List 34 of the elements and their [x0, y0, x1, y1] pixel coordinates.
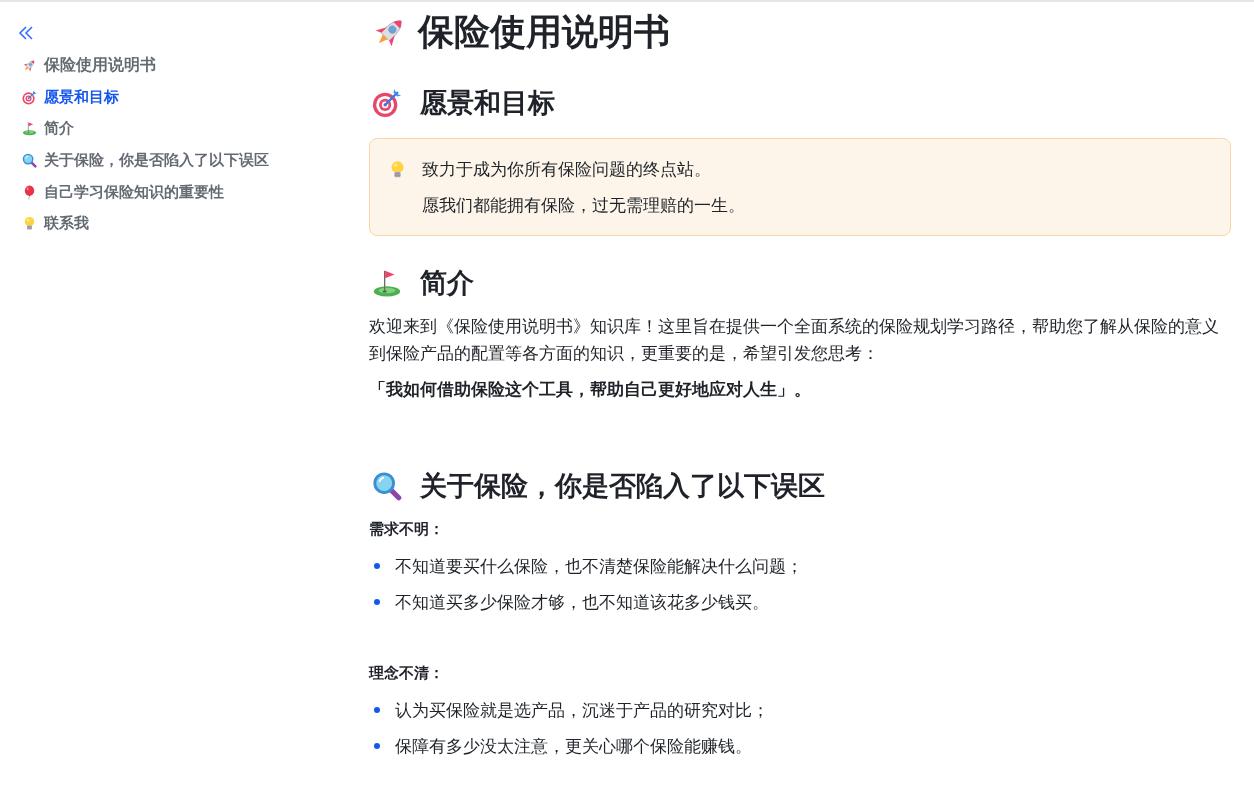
collapse-sidebar-button[interactable]: [16, 24, 36, 42]
subheading: 理念不清：: [369, 663, 445, 684]
dartboard-icon: [22, 89, 37, 105]
section-heading: 愿景和目标: [420, 86, 555, 120]
magnifier-icon: [372, 471, 402, 501]
list-item-text: 不知道买多少保险才够，也不知道该花多少钱买。: [395, 590, 769, 614]
golf-flag-icon: [372, 268, 402, 298]
balloon-icon: [22, 184, 37, 200]
paragraph: 欢迎来到《保险使用说明书》知识库！这里旨在提供一个全面系统的保险规划学习路径，帮助您了解从保险的意义到保险产品的配置等各方面的知识，更重要的是，希望引发您思考：: [369, 315, 1220, 365]
bold-statement: 「我如何借助保险这个工具，帮助自己更好地应对人生」。: [369, 378, 812, 401]
bullet-icon: [374, 743, 380, 749]
outline-item[interactable]: 愿景和目标: [16, 81, 119, 114]
section-heading: 简介: [420, 266, 474, 300]
double-chevron-left-icon: [18, 26, 34, 40]
page-title: 保险使用说明书: [418, 10, 670, 54]
callout-text: 致力于成为你所有保险问题的终点站。: [422, 159, 712, 181]
outline-item[interactable]: 关于保险，你是否陷入了以下误区: [16, 144, 269, 177]
outline-item[interactable]: 联系我: [16, 207, 89, 240]
list-item-text: 不知道要买什么保险，也不清楚保险能解决什么问题；: [395, 554, 803, 578]
section-heading: 关于保险，你是否陷入了以下误区: [420, 469, 825, 503]
outline-item[interactable]: 简介: [16, 113, 74, 145]
outline-item[interactable]: 保险使用说明书: [16, 50, 156, 82]
golf-flag-icon: [22, 121, 37, 137]
lightbulb-icon: [22, 216, 37, 232]
bullet-icon: [374, 707, 380, 713]
callout-text: 愿我们都能拥有保险，过无需理赔的一生。: [422, 195, 745, 217]
bullet-icon: [374, 599, 380, 605]
subheading: 需求不明：: [369, 519, 445, 540]
list-item-text: 认为买保险就是选产品，沉迷于产品的研究对比；: [395, 698, 769, 722]
list-item-text: 保障有多少没太注意，更关心哪个保险能赚钱。: [395, 734, 752, 758]
outline-item[interactable]: 自己学习保险知识的重要性: [16, 176, 224, 208]
magnifier-icon: [22, 153, 37, 169]
bullet-icon: [374, 563, 380, 569]
dartboard-icon: [372, 88, 402, 118]
